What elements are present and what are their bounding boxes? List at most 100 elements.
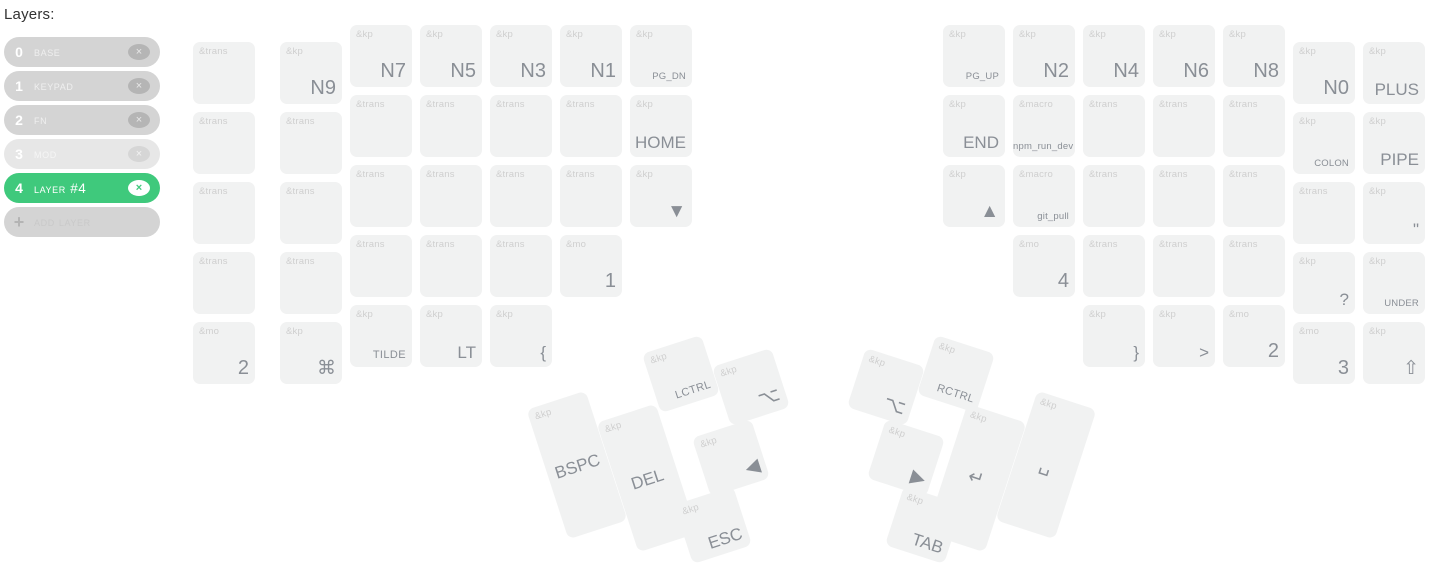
key-right-c0-r2[interactable]: &kp ▲ [943, 165, 1005, 227]
key-left-c5-r2[interactable]: &trans [560, 165, 622, 227]
key-value-label: ⌥ [755, 384, 783, 411]
key-right-c4-r0[interactable]: &kp N8 [1223, 25, 1285, 87]
key-right-c1-r0[interactable]: &kp N2 [1013, 25, 1075, 87]
key-behavior-label: &kp [1299, 46, 1316, 57]
key-behavior-label: &kp [1369, 46, 1386, 57]
thumb-key-right-0[interactable]: &kp ⌥ [846, 347, 926, 427]
key-left-c6-r1[interactable]: &kp HOME [630, 95, 692, 157]
key-left-c4-r1[interactable]: &trans [490, 95, 552, 157]
key-right-c3-r2[interactable]: &trans [1153, 165, 1215, 227]
key-behavior-label: &kp [1299, 116, 1316, 127]
key-left-c3-r1[interactable]: &trans [420, 95, 482, 157]
thumb-key-left-4[interactable]: &kp ◀ [691, 418, 771, 498]
key-left-c0-r4[interactable]: &mo 2 [193, 322, 255, 384]
key-left-c1-r4[interactable]: &kp ⌘ [280, 322, 342, 384]
key-behavior-label: &kp [636, 169, 653, 180]
key-behavior-label: &kp [698, 434, 719, 451]
key-right-c3-r4[interactable]: &kp > [1153, 305, 1215, 367]
key-left-c0-r2[interactable]: &trans [193, 182, 255, 244]
key-left-c4-r3[interactable]: &trans [490, 235, 552, 297]
key-left-c4-r0[interactable]: &kp N3 [490, 25, 552, 87]
key-left-c3-r0[interactable]: &kp N5 [420, 25, 482, 87]
key-left-c3-r2[interactable]: &trans [420, 165, 482, 227]
key-behavior-label: &trans [496, 99, 525, 110]
key-left-c6-r0[interactable]: &kp PG_DN [630, 25, 692, 87]
key-behavior-label: &trans [1159, 239, 1188, 250]
key-right-c4-r3[interactable]: &trans [1223, 235, 1285, 297]
key-right-c6-r0[interactable]: &kp PLUS [1363, 42, 1425, 104]
key-right-c2-r3[interactable]: &trans [1083, 235, 1145, 297]
key-right-c5-r4[interactable]: &mo 3 [1293, 322, 1355, 384]
key-left-c6-r2[interactable]: &kp ▼ [630, 165, 692, 227]
key-left-c3-r4[interactable]: &kp LT [420, 305, 482, 367]
key-right-c6-r3[interactable]: &kp UNDER [1363, 252, 1425, 314]
key-behavior-label: &kp [603, 419, 623, 436]
key-right-c3-r0[interactable]: &kp N6 [1153, 25, 1215, 87]
key-right-c2-r0[interactable]: &kp N4 [1083, 25, 1145, 87]
key-right-c2-r4[interactable]: &kp} [1083, 305, 1145, 367]
key-right-c3-r3[interactable]: &trans [1153, 235, 1215, 297]
key-right-c0-r0[interactable]: &kp PG_UP [943, 25, 1005, 87]
key-right-c1-r1[interactable]: &macro npm_run_dev [1013, 95, 1075, 157]
key-left-c0-r0[interactable]: &trans [193, 42, 255, 104]
key-left-c5-r1[interactable]: &trans [560, 95, 622, 157]
thumb-key-right-2[interactable]: &kp ▶ [866, 418, 946, 498]
key-right-c5-r3[interactable]: &kp? [1293, 252, 1355, 314]
key-behavior-label: &macro [1019, 169, 1053, 180]
key-right-c1-r3[interactable]: &mo 4 [1013, 235, 1075, 297]
key-left-c2-r2[interactable]: &trans [350, 165, 412, 227]
key-right-c6-r4[interactable]: &kp ⇧ [1363, 322, 1425, 384]
key-right-c2-r2[interactable]: &trans [1083, 165, 1145, 227]
key-left-c4-r2[interactable]: &trans [490, 165, 552, 227]
key-right-c6-r2[interactable]: &kp " [1363, 182, 1425, 244]
key-value-label: N3 [520, 60, 546, 82]
key-behavior-label: &trans [496, 239, 525, 250]
key-left-c1-r2[interactable]: &trans [280, 182, 342, 244]
key-right-c1-r2[interactable]: &macro git_pull [1013, 165, 1075, 227]
key-value-label: 3 [1337, 357, 1349, 379]
key-right-c5-r1[interactable]: &kp COLON [1293, 112, 1355, 174]
key-value-label: N2 [1043, 60, 1069, 82]
key-value-label: 2 [1267, 340, 1279, 362]
key-left-c1-r1[interactable]: &trans [280, 112, 342, 174]
key-left-c2-r3[interactable]: &trans [350, 235, 412, 297]
thumb-key-left-2[interactable]: &kp LCTRL [641, 334, 721, 414]
key-value-label: ↵ [965, 466, 987, 491]
key-left-c0-r1[interactable]: &trans [193, 112, 255, 174]
key-right-c3-r1[interactable]: &trans [1153, 95, 1215, 157]
key-right-c5-r0[interactable]: &kp N0 [1293, 42, 1355, 104]
key-right-c4-r1[interactable]: &trans [1223, 95, 1285, 157]
thumb-key-right-1[interactable]: &kp RCTRL [916, 334, 996, 414]
key-behavior-label: &mo [199, 326, 220, 337]
key-value-label: TILDE [372, 349, 406, 361]
key-behavior-label: &kp [496, 29, 513, 40]
key-right-c0-r1[interactable]: &kp END [943, 95, 1005, 157]
key-value-label: LT [457, 343, 476, 362]
key-right-c2-r1[interactable]: &trans [1083, 95, 1145, 157]
key-right-c6-r1[interactable]: &kp PIPE [1363, 112, 1425, 174]
key-left-c2-r0[interactable]: &kp N7 [350, 25, 412, 87]
key-left-c4-r4[interactable]: &kp { [490, 305, 552, 367]
key-value-label: npm_run_dev [1013, 140, 1074, 152]
key-value-label: N6 [1183, 60, 1209, 82]
key-left-c0-r3[interactable]: &trans [193, 252, 255, 314]
key-right-c4-r4[interactable]: &mo 2 [1223, 305, 1285, 367]
key-left-c2-r4[interactable]: &kp TILDE [350, 305, 412, 367]
key-left-c2-r1[interactable]: &trans [350, 95, 412, 157]
key-value-label: ⌘ [317, 358, 336, 379]
key-left-c1-r3[interactable]: &trans [280, 252, 342, 314]
key-behavior-label: &trans [286, 256, 315, 267]
key-behavior-label: &kp [937, 340, 957, 357]
key-value-label: " [1412, 220, 1419, 239]
key-left-c3-r3[interactable]: &trans [420, 235, 482, 297]
thumb-key-left-3[interactable]: &kp ⌥ [711, 347, 791, 427]
key-left-c1-r0[interactable]: &kp N9 [280, 42, 342, 104]
key-value-label: N7 [380, 60, 406, 82]
key-left-c5-r3[interactable]: &mo 1 [560, 235, 622, 297]
key-behavior-label: &trans [1089, 239, 1118, 250]
key-right-c5-r2[interactable]: &trans [1293, 182, 1355, 244]
key-right-c4-r2[interactable]: &trans [1223, 165, 1285, 227]
key-behavior-label: &trans [286, 116, 315, 127]
key-left-c5-r0[interactable]: &kp N1 [560, 25, 622, 87]
key-value-label: ␣ [1036, 453, 1055, 478]
